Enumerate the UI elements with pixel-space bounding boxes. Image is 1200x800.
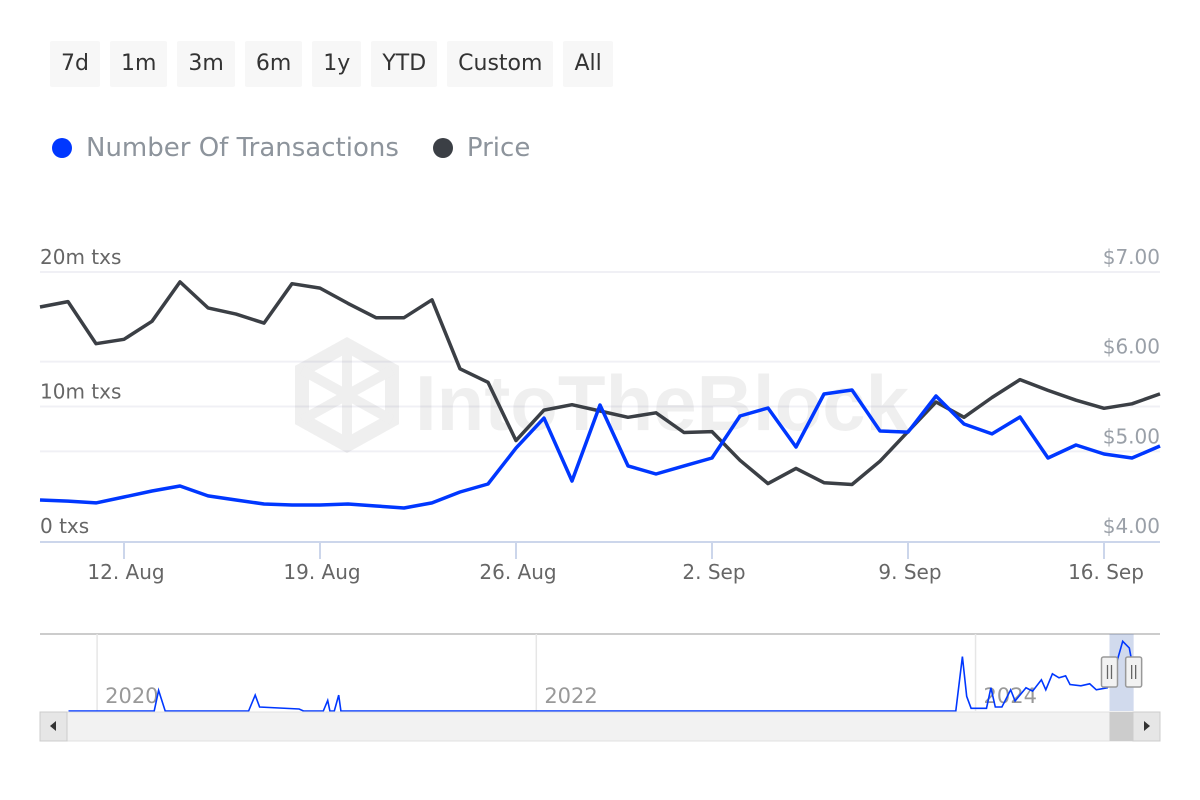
navigator-handle-body bbox=[1100, 656, 1119, 688]
navigator-year-label: 2020 bbox=[105, 684, 158, 708]
x-tick-label: 2. Sep bbox=[682, 560, 745, 584]
watermark-text: IntoTheBlock bbox=[415, 359, 910, 447]
navigator-year-label: 2022 bbox=[544, 684, 597, 708]
x-tick-label: 19. Aug bbox=[283, 560, 360, 584]
chart: IntoTheBlock 0 txs 10m txs 20m txs $4.00 $5.… bbox=[39, 245, 1161, 742]
y-right-tick-label: $5.00 bbox=[1103, 424, 1160, 448]
navigator-year-label: 2024 bbox=[984, 684, 1037, 708]
navigator-series-line bbox=[68, 639, 1135, 712]
navigator-handle-body bbox=[1124, 656, 1143, 688]
transactions-line bbox=[39, 388, 1161, 510]
x-tick-label: 12. Aug bbox=[87, 560, 164, 584]
y-left-tick-label: 10m txs bbox=[40, 380, 121, 404]
scrollbar-thumb[interactable] bbox=[1109, 712, 1134, 741]
navigator-handle[interactable] bbox=[1100, 656, 1119, 688]
y-right-tick-label: $6.00 bbox=[1103, 335, 1160, 359]
y-right-tick-label: $7.00 bbox=[1103, 245, 1160, 269]
y-left-tick-label: 20m txs bbox=[40, 245, 121, 269]
x-tick-label: 26. Aug bbox=[479, 560, 556, 584]
scrollbar-track[interactable] bbox=[39, 711, 1161, 742]
x-tick-label: 9. Sep bbox=[878, 560, 941, 584]
y-left-tick-label: 0 txs bbox=[40, 514, 89, 538]
x-tick-label: 16. Sep bbox=[1068, 560, 1144, 584]
watermark-logo: IntoTheBlock bbox=[295, 336, 910, 454]
navigator-handle[interactable] bbox=[1124, 656, 1143, 688]
y-right-tick-label: $4.00 bbox=[1103, 514, 1160, 538]
